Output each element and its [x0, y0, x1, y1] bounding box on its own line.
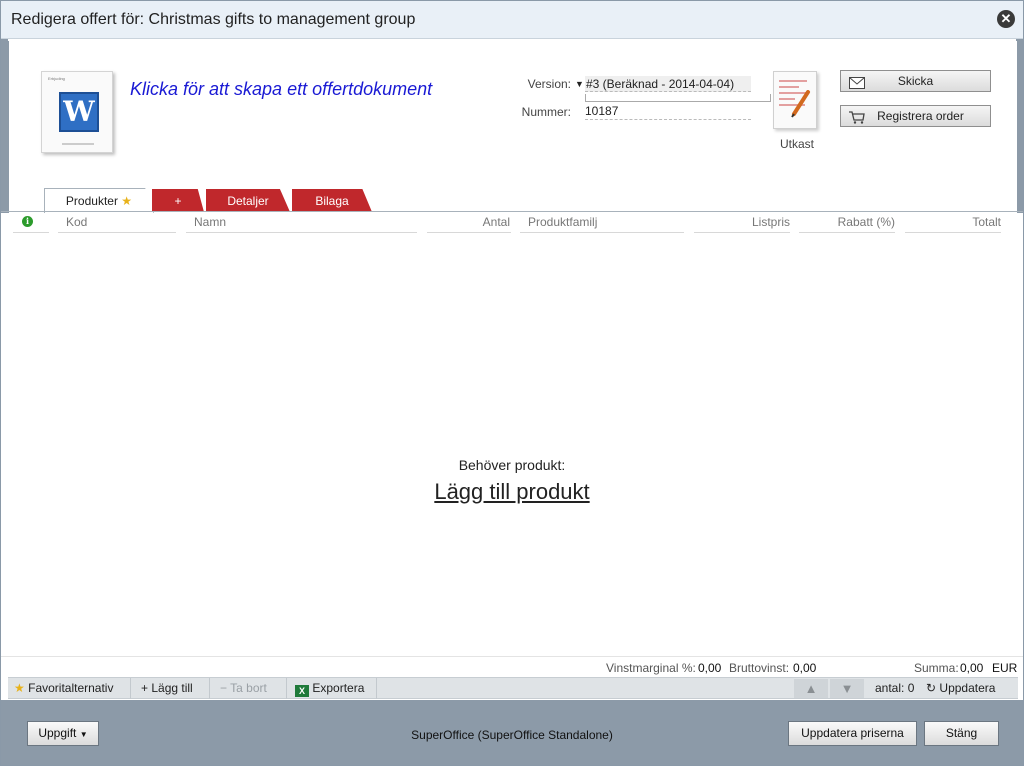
- refresh-icon: ↻: [926, 681, 937, 695]
- close-button[interactable]: Stäng: [924, 721, 999, 746]
- add-label: Lägg till: [151, 681, 193, 695]
- version-label: Version:: [527, 77, 571, 91]
- remove-label: Ta bort: [230, 681, 267, 695]
- sum-label: Summa:: [914, 661, 959, 675]
- left-frame: [1, 39, 8, 213]
- export-label: Exportera: [312, 681, 365, 695]
- star-icon: ★: [14, 681, 25, 695]
- tab-add[interactable]: +: [152, 189, 204, 212]
- version-dropdown-list: [585, 94, 771, 102]
- gross-label: Bruttovinst:: [729, 661, 790, 675]
- col-info: [13, 215, 49, 233]
- cart-icon: [849, 110, 865, 130]
- sum-value: 0,00: [960, 661, 984, 675]
- close-icon[interactable]: ✕: [997, 10, 1015, 28]
- grid-toolbar: ★ Favoritalternativ + Lägg till − Ta bor…: [8, 677, 1018, 699]
- chevron-down-icon[interactable]: ▼: [575, 79, 584, 89]
- favorites-label: Favoritalternativ: [28, 681, 114, 695]
- minus-icon: −: [220, 681, 228, 695]
- dialog-title: Redigera offert för: Christmas gifts to …: [11, 11, 416, 28]
- gross-value: 0,00: [793, 661, 817, 675]
- empty-message: Behöver produkt:: [458, 457, 566, 473]
- create-document-link[interactable]: Klicka för att skapa ett offertdokument: [130, 79, 432, 100]
- envelope-icon: [849, 75, 865, 95]
- thumb-caption: Erbjuding: [48, 76, 65, 81]
- add-product-link-text[interactable]: Lägg till produkt: [434, 479, 589, 504]
- currency-label: EUR: [992, 661, 1018, 675]
- col-antal[interactable]: Antal: [427, 215, 511, 233]
- favorites-button[interactable]: ★ Favoritalternativ: [8, 678, 131, 699]
- summary-bar: Vinstmarginal %: 0,00 Bruttovinst: 0,00 …: [1, 656, 1023, 676]
- remove-button[interactable]: − Ta bort: [210, 678, 287, 699]
- product-grid-header: i Kod Namn Antal Produktfamilj Listpris …: [1, 213, 1023, 235]
- version-dropdown[interactable]: #3 (Beräknad - 2014-04-04): [585, 76, 751, 92]
- col-produktfamilj[interactable]: Produktfamilj: [520, 215, 684, 233]
- add-button[interactable]: + Lägg till: [131, 678, 210, 699]
- word-document-icon[interactable]: Erbjuding W: [41, 71, 113, 153]
- col-kod[interactable]: Kod: [58, 215, 176, 233]
- tab-produkter[interactable]: Produkter ★: [44, 188, 154, 213]
- move-down-icon[interactable]: ▼: [830, 679, 864, 698]
- send-button[interactable]: Skicka: [840, 70, 991, 92]
- margin-value: 0,00: [698, 661, 722, 675]
- col-rabatt[interactable]: Rabatt (%): [799, 215, 895, 233]
- number-label: Nummer:: [521, 105, 571, 119]
- register-order-label: Registrera order: [877, 109, 964, 123]
- tab-baseline: [1, 211, 1023, 212]
- header-panel: [8, 41, 1018, 213]
- plus-icon: +: [141, 681, 149, 695]
- refresh-button[interactable]: ↻ Uppdatera: [926, 678, 995, 699]
- status-label: Utkast: [780, 137, 815, 151]
- number-field[interactable]: 10187: [585, 104, 751, 120]
- excel-icon: X: [295, 685, 309, 697]
- move-up-icon[interactable]: ▲: [794, 679, 828, 698]
- update-prices-button[interactable]: Uppdatera priserna: [788, 721, 917, 746]
- quote-status-icon[interactable]: [773, 71, 817, 129]
- tab-bilaga[interactable]: Bilaga: [292, 189, 372, 212]
- export-button[interactable]: X Exportera: [287, 678, 377, 699]
- star-icon: ★: [121, 194, 133, 208]
- register-order-button[interactable]: Registrera order: [840, 105, 991, 127]
- col-namn[interactable]: Namn: [186, 215, 417, 233]
- offer-dialog: Redigera offert för: Christmas gifts to …: [0, 0, 1024, 766]
- item-count: antal: 0: [875, 681, 915, 695]
- thumb-footer: [62, 143, 94, 145]
- tab-detaljer[interactable]: Detaljer: [206, 189, 290, 212]
- word-logo-icon: W: [59, 92, 99, 132]
- add-product-link: Lägg till produkt: [1, 479, 1023, 505]
- dialog-footer: Uppgift ▼ SuperOffice (SuperOffice Stand…: [1, 700, 1023, 765]
- col-listpris[interactable]: Listpris: [694, 215, 790, 233]
- tab-label: Produkter: [65, 194, 118, 208]
- refresh-label: Uppdatera: [939, 681, 996, 695]
- col-totalt[interactable]: Totalt: [905, 215, 1001, 233]
- margin-label: Vinstmarginal %:: [606, 661, 696, 675]
- title-bar: Redigera offert för: Christmas gifts to …: [1, 1, 1023, 39]
- send-label: Skicka: [897, 74, 934, 88]
